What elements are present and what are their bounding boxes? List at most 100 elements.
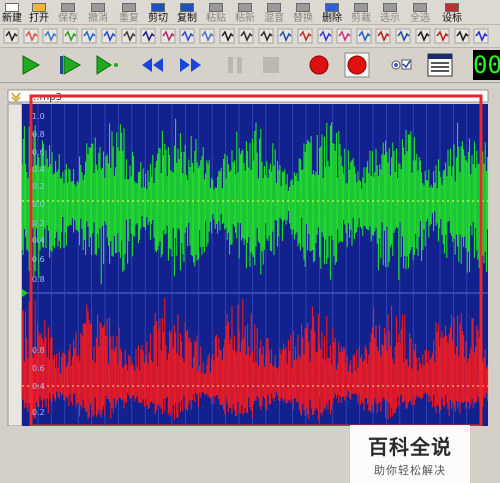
toolbar-button-paste[interactable]: 粘贴	[204, 0, 228, 24]
waveform-canvas[interactable]: ...mp3	[0, 84, 500, 426]
play-loop-button[interactable]	[55, 51, 85, 79]
toolbar-button-paste-new[interactable]: 粘新	[233, 0, 257, 24]
record-button[interactable]	[304, 51, 334, 79]
monitor-icon	[391, 59, 412, 70]
toolbar-button-save[interactable]: 保存	[56, 0, 80, 24]
spectrum-icon[interactable]	[277, 28, 293, 44]
redo-icon	[122, 3, 136, 12]
echo-icon[interactable]	[179, 28, 195, 44]
envelope-icon[interactable]	[395, 28, 411, 44]
invert-icon[interactable]	[81, 28, 97, 44]
left-channel-scale-label: 0.8	[32, 130, 45, 139]
pause-icon	[228, 57, 242, 73]
left-ruler	[7, 103, 23, 426]
fade-in-icon[interactable]	[140, 28, 156, 44]
toolbar-button-undo[interactable]: 撤消	[86, 0, 110, 24]
toolbar-button-label: 重复	[119, 13, 139, 24]
reverse-icon[interactable]	[62, 28, 78, 44]
new-doc-icon	[5, 3, 19, 12]
toolbar-button-open-folder[interactable]: 打开	[27, 0, 51, 24]
chorus-icon[interactable]	[434, 28, 450, 44]
toolbar-button-label: 删除	[322, 13, 342, 24]
toolbar-button-label: 剪裁	[351, 13, 371, 24]
save-icon	[61, 3, 75, 12]
filter-icon[interactable]	[160, 28, 176, 44]
vocal-icon[interactable]	[317, 28, 333, 44]
play-to-end-icon	[96, 55, 118, 75]
loop-icon[interactable]	[219, 28, 235, 44]
pitch-icon[interactable]	[336, 28, 352, 44]
waveform-editor[interactable]: ...mp3 百科全说 助你轻松解决 1.0 0.8 0.6 0.4 0.2 0.0 0.2…	[0, 84, 500, 483]
right-edge	[488, 104, 500, 426]
left-channel-scale-label: 0.2	[32, 219, 45, 228]
toolbar-button-copy[interactable]: 复制	[175, 0, 199, 24]
play-icon	[22, 55, 41, 75]
more-effects-icon[interactable]	[473, 28, 489, 44]
shift-right-icon[interactable]	[258, 28, 274, 44]
record-icon	[309, 55, 329, 75]
equalizer-icon[interactable]	[199, 28, 215, 44]
shift-left-icon[interactable]	[238, 28, 254, 44]
amplify-icon[interactable]	[121, 28, 137, 44]
main-toolbar: 新建 打开 保存 撤消 重复 剪切 复制 粘贴 粘新 混音 替换 删除 剪裁 选示 全选 设标	[0, 0, 500, 25]
compress-icon[interactable]	[375, 28, 391, 44]
left-channel-scale-label: 0.4	[32, 165, 45, 174]
toolbar-button-mix[interactable]: 混音	[262, 0, 286, 24]
fast-forward-button[interactable]	[176, 51, 206, 79]
right-channel-scale-label: 0.2	[32, 408, 45, 417]
mix-icon	[267, 3, 281, 12]
window-icon	[427, 53, 453, 77]
right-channel-scale-label: 0.4	[32, 382, 45, 391]
view-window-button[interactable]	[425, 51, 455, 79]
left-channel-scale-label: 0.6	[32, 255, 45, 264]
silence-icon[interactable]	[3, 28, 19, 44]
toolbar-button-delete[interactable]: 删除	[320, 0, 344, 24]
toolbar-button-label: 撤消	[88, 13, 108, 24]
record-new-button[interactable]	[342, 51, 372, 79]
watermark-subtitle: 助你轻松解决	[374, 463, 446, 477]
paste-icon	[209, 3, 223, 12]
left-channel-scale-label: 0.4	[32, 236, 45, 245]
stop-icon	[263, 57, 279, 73]
toolbar-button-replace[interactable]: 替换	[291, 0, 315, 24]
toolbar-button-label: 剪切	[148, 13, 168, 24]
effects-toolbar	[0, 25, 500, 48]
fade-icon[interactable]	[23, 28, 39, 44]
toolbar-button-label: 打开	[29, 13, 49, 24]
toolbar-button-cut[interactable]: 剪切	[146, 0, 170, 24]
stop-button[interactable]	[256, 51, 286, 79]
toolbar-button-label: 混音	[264, 13, 284, 24]
fast-forward-icon	[180, 58, 201, 72]
left-channel-scale-label: 0.0	[32, 200, 45, 209]
time-display: 00	[473, 50, 500, 80]
copy-icon	[180, 3, 194, 12]
set-marker-icon	[445, 3, 459, 12]
flanger-icon[interactable]	[415, 28, 431, 44]
play-to-end-button[interactable]	[92, 51, 122, 79]
toolbar-button-trim[interactable]: 剪裁	[349, 0, 373, 24]
monitor-button[interactable]	[386, 51, 416, 79]
reverb-icon[interactable]	[454, 28, 470, 44]
undo-icon	[91, 3, 105, 12]
pause-button[interactable]	[220, 51, 250, 79]
watermark: 百科全说 助你轻松解决	[350, 425, 470, 483]
noise-icon[interactable]	[297, 28, 313, 44]
show-selection-icon	[383, 3, 397, 12]
play-button[interactable]	[15, 51, 45, 79]
toolbar-button-select-all[interactable]: 全选	[408, 0, 432, 24]
transport-bar	[0, 48, 500, 83]
speed-icon[interactable]	[356, 28, 372, 44]
toolbar-button-new-doc[interactable]: 新建	[0, 0, 24, 24]
toolbar-button-show-selection[interactable]: 选示	[378, 0, 402, 24]
toolbar-button-set-marker[interactable]: 设标	[440, 0, 464, 24]
toolbar-button-label: 新建	[2, 13, 22, 24]
cut-icon	[151, 3, 165, 12]
toolbar-button-redo[interactable]: 重复	[117, 0, 141, 24]
right-channel-scale-label: 0.8	[32, 346, 45, 355]
normalize-icon[interactable]	[42, 28, 58, 44]
trim-icon	[354, 3, 368, 12]
rewind-button[interactable]	[137, 51, 167, 79]
stretch-icon[interactable]	[101, 28, 117, 44]
paste-new-icon	[238, 3, 252, 12]
left-channel-scale-label: 0.6	[32, 148, 45, 157]
